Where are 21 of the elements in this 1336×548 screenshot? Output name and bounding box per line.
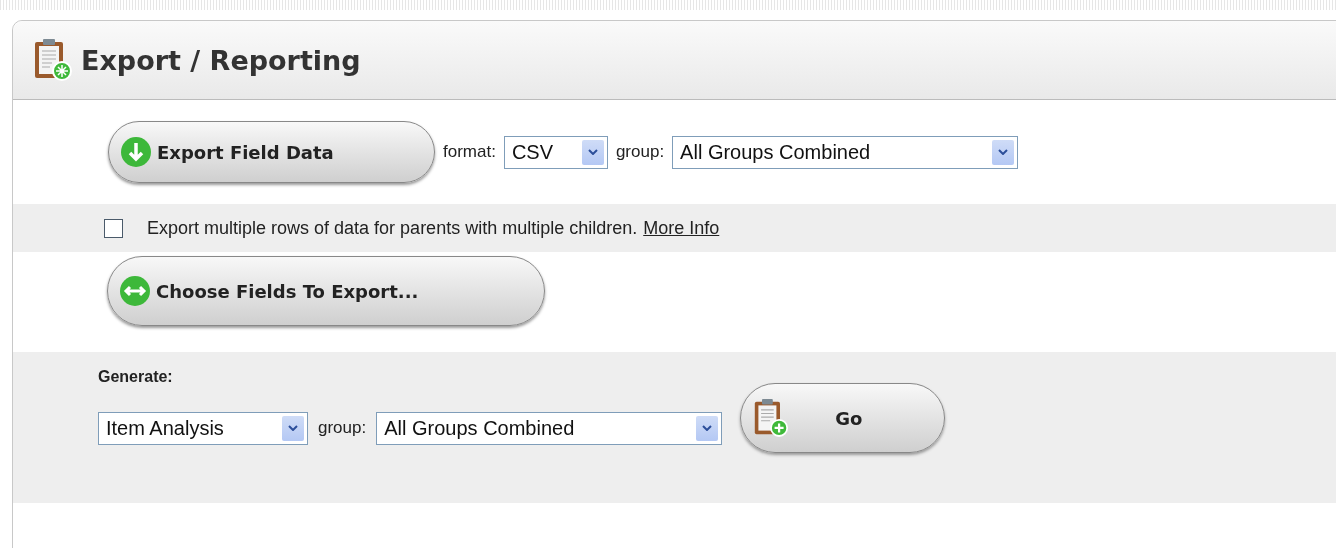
caret-icon: [288, 425, 298, 431]
report-select[interactable]: Item Analysis: [98, 411, 308, 445]
group-select[interactable]: All Groups Combined: [672, 135, 1019, 169]
choose-fields-button[interactable]: Choose Fields To Export...: [107, 256, 545, 326]
caret-icon: [702, 425, 713, 431]
multiple-rows-text: Export multiple rows of data for parents with multiple children.: [147, 217, 638, 239]
generate-label: Generate:: [98, 368, 174, 386]
caret-icon: [587, 149, 598, 155]
go-button[interactable]: Go: [740, 383, 946, 453]
group-label: group:: [615, 142, 665, 162]
checkbox[interactable]: [104, 218, 123, 238]
more-info-link[interactable]: More Info: [643, 217, 720, 239]
caret-icon: [998, 149, 1009, 155]
clipboard-add-icon: [753, 398, 790, 438]
format-label: format:: [443, 142, 496, 162]
clipboard-icon: [33, 38, 73, 82]
panel-title: Export / Reporting: [81, 44, 361, 76]
format-select[interactable]: CSV: [503, 135, 608, 169]
group-label: group:: [318, 418, 367, 438]
group-select[interactable]: All Groups Combined: [376, 411, 723, 445]
export-field-data-button[interactable]: Export Field Data: [108, 121, 435, 183]
